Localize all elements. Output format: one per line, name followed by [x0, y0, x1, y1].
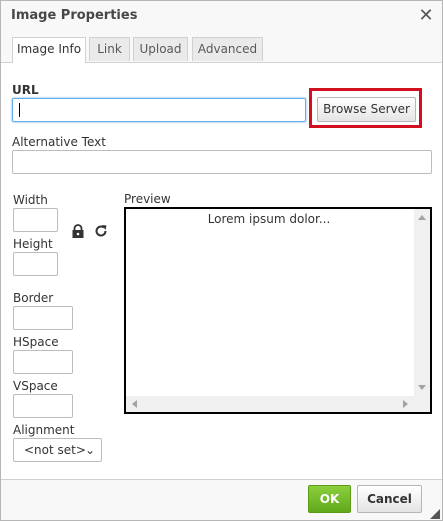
- chevron-down-icon: ⌄: [84, 443, 95, 457]
- vertical-scrollbar[interactable]: [414, 209, 430, 396]
- text-caret: [19, 103, 20, 117]
- image-properties-dialog: Image Properties ✕ Image Info Link Uploa…: [0, 0, 443, 521]
- lock-icon[interactable]: [71, 224, 85, 239]
- tab-strip: Image Info Link Upload Advanced: [1, 32, 442, 63]
- vspace-label: VSpace: [13, 379, 58, 393]
- browse-server-button[interactable]: Browse Server: [317, 97, 416, 122]
- border-label: Border: [13, 291, 54, 305]
- alignment-label: Alignment: [13, 423, 75, 437]
- preview-label: Preview: [124, 192, 171, 206]
- cancel-button[interactable]: Cancel: [357, 485, 422, 513]
- vspace-input[interactable]: [13, 394, 73, 418]
- scroll-right-arrow-icon[interactable]: [403, 400, 408, 408]
- alignment-select[interactable]: <not set> ⌄: [13, 438, 102, 462]
- url-label: URL: [12, 83, 39, 97]
- tab-link[interactable]: Link: [89, 37, 130, 61]
- close-icon[interactable]: ✕: [418, 7, 434, 25]
- scroll-up-arrow-icon[interactable]: [418, 215, 426, 220]
- scroll-corner: [414, 396, 430, 412]
- preview-text: Lorem ipsum dolor...: [207, 212, 331, 226]
- dialog-titlebar[interactable]: Image Properties ✕: [1, 1, 442, 33]
- alt-text-input[interactable]: [12, 150, 432, 174]
- tab-upload[interactable]: Upload: [133, 37, 188, 61]
- height-input[interactable]: [13, 252, 58, 276]
- alignment-selected: <not set>: [24, 443, 86, 457]
- preview-box[interactable]: Lorem ipsum dolor...: [124, 207, 432, 414]
- tab-image-info[interactable]: Image Info: [12, 37, 86, 63]
- height-label: Height: [13, 237, 53, 251]
- hspace-input[interactable]: [13, 350, 73, 374]
- border-input[interactable]: [13, 306, 73, 330]
- horizontal-scrollbar[interactable]: [126, 396, 414, 412]
- resize-grip-icon[interactable]: [430, 509, 440, 519]
- scroll-down-arrow-icon[interactable]: [418, 385, 426, 390]
- hspace-label: HSpace: [13, 335, 59, 349]
- dialog-footer: OK Cancel: [1, 479, 442, 520]
- ok-button[interactable]: OK: [308, 485, 351, 513]
- dialog-title: Image Properties: [11, 8, 138, 23]
- reset-size-icon[interactable]: [94, 224, 108, 238]
- scroll-left-arrow-icon[interactable]: [132, 400, 137, 408]
- url-input[interactable]: [12, 98, 306, 122]
- width-label: Width: [13, 193, 48, 207]
- tab-advanced[interactable]: Advanced: [192, 37, 263, 61]
- alt-text-label: Alternative Text: [12, 135, 106, 149]
- width-input[interactable]: [13, 208, 58, 232]
